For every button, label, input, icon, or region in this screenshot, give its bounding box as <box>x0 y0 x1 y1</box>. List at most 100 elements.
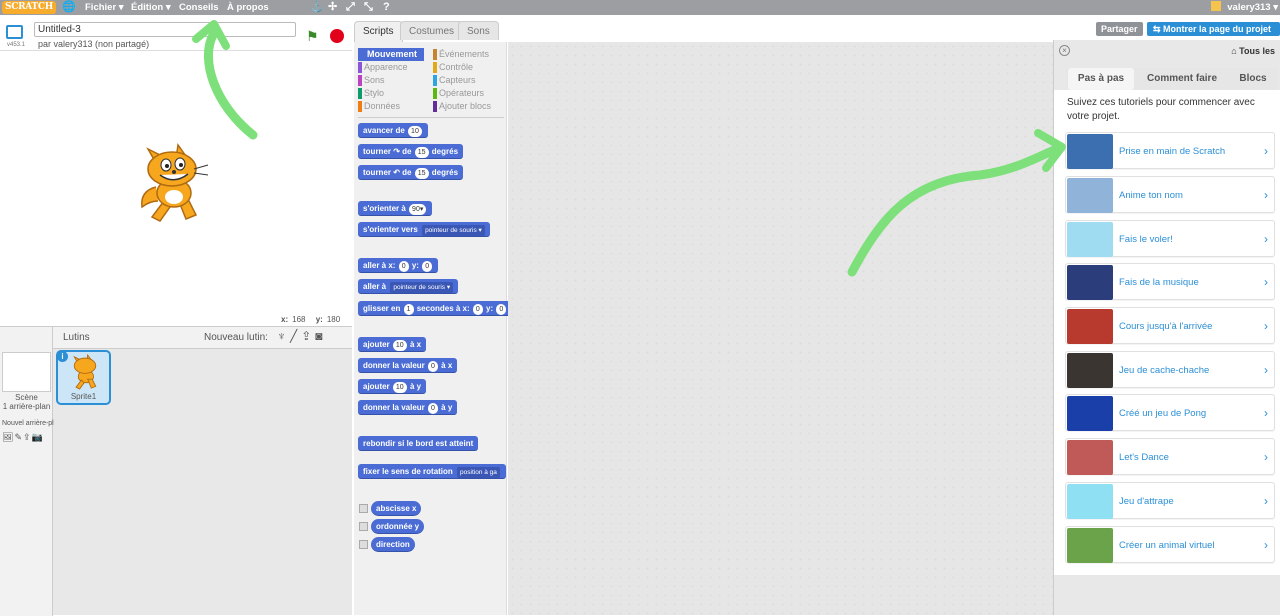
tab-step-by-step[interactable]: Pas à pas <box>1068 68 1134 90</box>
sprite-library-icon[interactable]: ♆ <box>277 329 290 343</box>
scratch-logo[interactable]: SCRATCH <box>2 1 56 14</box>
all-tips-link[interactable]: ⌂ Tous les <box>1231 46 1275 56</box>
block-goto[interactable]: aller à pointeur de souris ▾ <box>358 279 459 294</box>
block-turn-right[interactable]: tourner ↷ de 15 degrés <box>358 144 464 159</box>
shrink-icon[interactable]: ⤡ <box>364 1 373 14</box>
backdrop-paint-icon[interactable]: ✎ <box>14 432 23 442</box>
script-area[interactable] <box>508 42 1053 615</box>
help-icon[interactable]: ? <box>383 1 390 14</box>
tutorial-item[interactable]: Jeu de cache-chache › <box>1065 351 1275 388</box>
share-button[interactable]: Partager <box>1096 22 1143 36</box>
block-glide[interactable]: glisser en 1 secondes à x: 0 y: 0 <box>358 301 513 316</box>
backdrop-library-icon[interactable]: 🖼 <box>2 432 14 442</box>
sprite-paint-icon[interactable]: ╱ <box>290 329 301 343</box>
block-change-y[interactable]: ajouter 10 à y <box>358 379 427 394</box>
category-more-blocks[interactable]: Ajouter blocs <box>433 100 491 113</box>
stamp-icon[interactable]: ⚓ <box>310 1 324 14</box>
show-direction-checkbox[interactable] <box>359 540 368 549</box>
category-pen[interactable]: Stylo <box>358 87 384 100</box>
stage-size-icon[interactable] <box>6 25 23 39</box>
tutorial-item[interactable]: Jeu d'attrape › <box>1065 482 1275 519</box>
chevron-right-icon: › <box>1264 319 1268 333</box>
grow-icon[interactable]: ⤢ <box>346 1 355 14</box>
block-move[interactable]: avancer de 10 <box>358 123 428 138</box>
category-sound[interactable]: Sons <box>358 74 385 87</box>
globe-icon[interactable]: 🌐 <box>62 1 76 14</box>
block-set-x[interactable]: donner la valeur 0 à x <box>358 358 458 373</box>
sprite-upload-icon[interactable]: ⇪ <box>301 329 315 343</box>
menu-tips[interactable]: Conseils <box>179 0 219 15</box>
category-motion[interactable]: Mouvement <box>358 48 424 61</box>
info-icon[interactable]: i <box>57 351 68 362</box>
category-sensing[interactable]: Capteurs <box>433 74 476 87</box>
tab-costumes[interactable]: Costumes <box>400 21 464 40</box>
block-goto-xy[interactable]: aller à x: 0 y: 0 <box>358 258 439 273</box>
tutorial-label: Let's Dance <box>1119 452 1169 463</box>
cat-sprite[interactable] <box>134 143 210 223</box>
menu-file[interactable]: Fichier ▾ <box>85 0 124 15</box>
user-menu[interactable]: valery313 ▾ <box>1211 0 1278 15</box>
category-data[interactable]: Données <box>358 100 400 113</box>
block-set-y[interactable]: donner la valeur 0 à y <box>358 400 458 415</box>
stop-icon[interactable] <box>330 29 344 43</box>
tutorial-thumbnail <box>1067 134 1113 169</box>
chevron-right-icon: › <box>1264 538 1268 552</box>
tutorial-thumbnail <box>1067 440 1113 475</box>
stage-column: Scène 1 arrière-plan Nouvel arrière-pl 🖼✎… <box>0 327 54 616</box>
cut-icon[interactable]: ✢ <box>328 1 337 14</box>
menu-about[interactable]: À propos <box>227 0 269 15</box>
block-point-direction[interactable]: s'orienter à 90▾ <box>358 201 433 216</box>
backdrop-upload-icon[interactable]: ⇪ <box>23 432 32 442</box>
close-icon[interactable]: × <box>1059 45 1070 56</box>
tutorial-item[interactable]: Let's Dance › <box>1065 438 1275 475</box>
sprite-camera-icon[interactable]: ◙ <box>315 329 326 343</box>
category-events[interactable]: Événements <box>433 48 489 61</box>
reporter-direction[interactable]: direction <box>371 537 415 552</box>
reporter-y-position[interactable]: ordonnée y <box>371 519 425 534</box>
tutorial-item[interactable]: Prise en main de Scratch › <box>1065 132 1275 169</box>
block-change-x[interactable]: ajouter 10 à x <box>358 337 427 352</box>
username: valery313 ▾ <box>1227 2 1278 13</box>
chevron-right-icon: › <box>1264 494 1268 508</box>
stage-header: v453.1 Untitled-3 par valery313 (non par… <box>0 18 352 50</box>
category-looks[interactable]: Apparence <box>358 61 408 74</box>
show-y-checkbox[interactable] <box>359 522 368 531</box>
block-palette: Mouvement Événements Apparence Contrôle … <box>354 42 513 615</box>
chevron-right-icon: › <box>1264 144 1268 158</box>
green-flag-icon[interactable]: ⚑ <box>306 28 319 45</box>
category-control[interactable]: Contrôle <box>433 61 473 74</box>
tutorial-label: Jeu de cache-chache <box>1119 365 1210 376</box>
stage-thumbnail[interactable] <box>2 352 51 392</box>
tab-blocks[interactable]: Blocs <box>1230 68 1276 90</box>
tutorial-label: Anime ton nom <box>1119 190 1183 201</box>
x-label: x: <box>281 315 289 324</box>
tutorial-item[interactable]: Cours jusqu'à l'arrivée › <box>1065 307 1275 344</box>
version-label: v453.1 <box>7 42 26 48</box>
show-x-checkbox[interactable] <box>359 504 368 513</box>
category-operators[interactable]: Opérateurs <box>433 87 484 100</box>
block-turn-left[interactable]: tourner ↶ de 15 degrés <box>358 165 464 180</box>
see-project-page-button[interactable]: ⇆ Montrer la page du projet <box>1147 22 1280 36</box>
block-bounce[interactable]: rebondir si le bord est atteint <box>358 436 479 451</box>
reporter-x-position[interactable]: abscisse x <box>371 501 422 516</box>
tab-how-to[interactable]: Comment faire <box>1138 68 1226 90</box>
all-tips-label: Tous les <box>1239 46 1275 56</box>
sprite1-tile[interactable]: i Sprite1 <box>56 350 111 405</box>
chevron-right-icon: › <box>1264 406 1268 420</box>
tips-tabs: Pas à pas Comment faire Blocs <box>1066 68 1278 90</box>
tutorial-item[interactable]: Créé un jeu de Pong › <box>1065 394 1275 431</box>
menu-edit[interactable]: Édition ▾ <box>131 0 171 15</box>
tutorial-item[interactable]: Anime ton nom › <box>1065 176 1275 213</box>
tutorial-item[interactable]: Fais le voler! › <box>1065 220 1275 257</box>
tutorial-item[interactable]: Fais de la musique › <box>1065 263 1275 300</box>
project-title-input[interactable]: Untitled-3 <box>34 22 296 37</box>
backdrop-camera-icon[interactable]: 📷 <box>32 432 44 442</box>
block-point-towards[interactable]: s'orienter vers pointeur de souris ▾ <box>358 222 490 237</box>
block-rotation-style[interactable]: fixer le sens de rotation position à ga <box>358 464 506 479</box>
tutorial-item[interactable]: Créer un animal virtuel › <box>1065 526 1275 563</box>
tutorial-thumbnail <box>1067 178 1113 213</box>
chevron-right-icon: › <box>1264 232 1268 246</box>
tab-scripts[interactable]: Scripts <box>354 21 403 42</box>
tab-sounds[interactable]: Sons <box>458 21 499 40</box>
tutorial-thumbnail <box>1067 484 1113 519</box>
